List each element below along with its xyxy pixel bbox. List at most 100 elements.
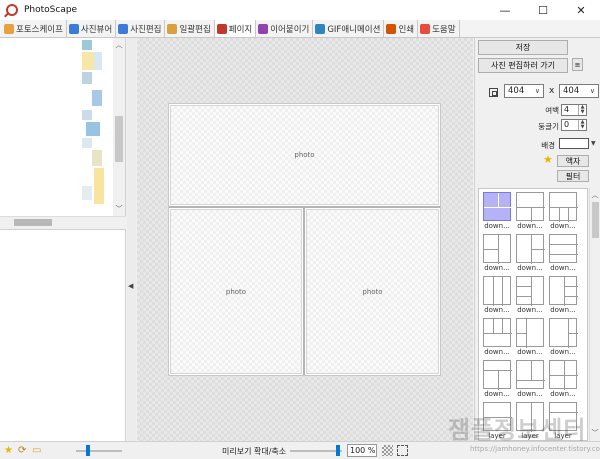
layout-thumbnail[interactable]: down... [515, 234, 545, 276]
layout-thumbnail[interactable]: down... [548, 192, 578, 234]
margin-spinner[interactable]: 4 ▲ ▼ [561, 104, 587, 116]
thumbnail-label: down... [517, 264, 543, 272]
scroll-down-icon[interactable]: ﹀ [113, 204, 125, 214]
tab-5[interactable]: 이어붙이기 [256, 20, 314, 37]
list-view-icon[interactable]: ≡ [572, 58, 583, 71]
layout-thumbnail[interactable]: down... [482, 276, 512, 318]
checker-background-icon[interactable] [382, 445, 393, 456]
zoom-slider-knob[interactable] [336, 445, 340, 456]
layout-line [559, 207, 560, 222]
layout-line [550, 254, 578, 255]
tab-label: 포토스케이프 [16, 24, 63, 35]
layout-line [484, 207, 512, 208]
photo-slot-bottom-right[interactable]: photo [306, 209, 439, 374]
minimize-button[interactable]: — [486, 0, 524, 20]
edit-photo-button[interactable]: 사진 편집하러 가기 [478, 58, 568, 73]
tree-horizontal-scrollbar[interactable] [0, 216, 126, 228]
layout-thumbnail[interactable]: down... [548, 360, 578, 402]
photo-slot-top[interactable]: photo [170, 105, 439, 205]
fit-to-window-icon[interactable] [397, 445, 408, 456]
tab-6[interactable]: GIF애니메이션 [313, 20, 385, 37]
layout-thumbnail[interactable]: down... [515, 276, 545, 318]
layout-line [517, 296, 531, 297]
layout-preview [483, 360, 512, 390]
tab-3[interactable]: 일괄편집 [165, 20, 215, 37]
page-size-icon [489, 88, 498, 97]
background-label: 배경 [541, 141, 555, 150]
vertical-divider [303, 208, 305, 375]
tab-7[interactable]: 인쇄 [384, 20, 419, 37]
layout-thumbnail[interactable]: down... [548, 318, 578, 360]
layout-line [498, 193, 499, 207]
round-spinner[interactable]: 0 ▲ ▼ [561, 119, 587, 131]
preview-zoom-slider[interactable] [290, 445, 342, 456]
tree-hscroll-thumb[interactable] [14, 219, 52, 226]
watermark-text: 잼풀정보센터 [448, 416, 587, 444]
save-button[interactable]: 저장 [478, 40, 568, 55]
tree-vertical-scrollbar[interactable]: ︿ ﹀ [113, 38, 125, 216]
tab-0[interactable]: 포토스케이프 [2, 20, 67, 37]
tab-1[interactable]: 사진뷰어 [67, 20, 117, 37]
star-icon[interactable]: ★ [543, 153, 553, 166]
layout-line [564, 286, 578, 287]
scroll-up-icon[interactable]: ︿ [113, 40, 125, 50]
main-tab-bar: 포토스케이프 사진뷰어 사진편집 일괄편집 페이지 이어붙이기 GIF애니메이션 인쇄 도움말 [0, 20, 600, 38]
batch-icon [167, 23, 178, 34]
thumbnail-scrollbar[interactable]: ︿ ﹀ [589, 188, 600, 441]
thumbnail-scroll-thumb[interactable] [592, 202, 599, 238]
file-list[interactable] [0, 229, 126, 441]
preview-zoom-label: 미리보기 확대/축소 [222, 447, 287, 456]
layout-thumbnail[interactable]: down... [482, 360, 512, 402]
layout-preview [549, 192, 578, 222]
chevron-down-icon[interactable]: ▼ [591, 138, 597, 149]
spin-arrows-icon[interactable]: ▲ ▼ [578, 105, 586, 115]
layout-thumbnail[interactable]: down... [482, 192, 512, 234]
layout-preview [483, 192, 512, 221]
height-combo[interactable]: 404 ∨ [559, 84, 599, 98]
frame-button[interactable]: 액자 [557, 155, 589, 167]
width-combo[interactable]: 404 ∨ [504, 84, 544, 98]
folder-tree[interactable]: ︿ ﹀ [0, 38, 126, 216]
layout-thumbnail[interactable]: down... [482, 234, 512, 276]
open-folder-icon[interactable]: ▭ [32, 445, 41, 456]
tab-8[interactable]: 도움말 [418, 20, 460, 37]
blurred-folder-names [74, 38, 108, 216]
zoom-value[interactable]: 100 % [347, 444, 377, 457]
panel-splitter[interactable]: ◀ [127, 38, 136, 441]
spin-arrows-icon[interactable]: ▲ ▼ [578, 120, 586, 130]
editor-icon [118, 23, 129, 34]
layout-thumbnail[interactable]: down... [515, 192, 545, 234]
layout-thumbnail[interactable]: down... [548, 234, 578, 276]
watermark-url: https://jamhoney.infocenter.tistory.com [470, 445, 600, 453]
layout-thumbnail[interactable]: down... [482, 318, 512, 360]
layout-preview [549, 318, 578, 348]
layout-line [550, 375, 578, 376]
layout-thumbnail[interactable]: down... [515, 360, 545, 402]
refresh-folder-icon[interactable]: ⟳ [18, 445, 26, 456]
layout-thumbnail[interactable]: down... [548, 276, 578, 318]
thumbnail-size-slider[interactable] [76, 445, 122, 456]
layout-preview [516, 360, 545, 389]
filter-button[interactable]: 필터 [557, 170, 589, 182]
layout-preview [549, 276, 578, 306]
maximize-button[interactable]: ☐ [524, 0, 562, 20]
collapse-left-icon[interactable]: ◀ [128, 282, 133, 290]
photo-slot-bottom-left[interactable]: photo [170, 209, 302, 374]
combine-icon [258, 23, 269, 34]
tab-2[interactable]: 사진편집 [116, 20, 166, 37]
gif-icon [315, 23, 326, 34]
size-x-label: x [549, 86, 555, 96]
layout-thumbnail-list[interactable]: down... down... down... down... down... down.… [478, 188, 588, 441]
favorite-star-icon[interactable]: ★ [4, 445, 13, 456]
slider-knob[interactable] [86, 445, 90, 456]
tree-scroll-thumb[interactable] [115, 116, 123, 162]
layout-thumbnail[interactable]: down... [515, 318, 545, 360]
round-label: 둥글기 [538, 122, 559, 131]
thumbnail-label: down... [517, 390, 543, 398]
tab-4[interactable]: 페이지 [214, 20, 257, 37]
background-color-swatch[interactable] [559, 138, 589, 149]
scroll-up-icon[interactable]: ︿ [590, 190, 600, 200]
close-button[interactable]: ✕ [562, 0, 600, 20]
scroll-down-icon[interactable]: ﹀ [590, 428, 600, 438]
thumbnail-label: down... [484, 306, 510, 314]
